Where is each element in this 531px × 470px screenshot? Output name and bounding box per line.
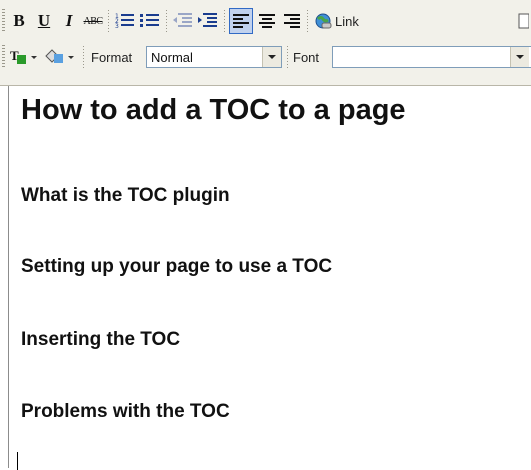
link-globe-icon	[315, 13, 332, 29]
link-label: Link	[335, 13, 359, 29]
align-right-icon	[284, 14, 300, 28]
page-title-heading[interactable]: How to add a TOC to a page	[21, 94, 406, 127]
font-dropdown-arrow[interactable]	[510, 47, 529, 67]
bold-icon: B	[13, 11, 25, 30]
format-select-value: Normal	[151, 50, 193, 65]
text-color-button[interactable]: T	[8, 44, 40, 70]
toolbar-separator	[287, 46, 288, 68]
align-right-button[interactable]	[280, 8, 304, 34]
align-left-button[interactable]	[229, 8, 253, 34]
chevron-down-icon	[268, 54, 276, 59]
outdent-button[interactable]	[171, 8, 195, 34]
format-select[interactable]: Normal	[146, 46, 282, 68]
format-dropdown-arrow[interactable]	[262, 47, 281, 67]
indent-button[interactable]	[196, 8, 220, 34]
text-caret	[17, 452, 18, 470]
unlink-button[interactable]	[517, 8, 531, 34]
section-heading[interactable]: Problems with the TOC	[21, 401, 230, 423]
numbered-list-button[interactable]: 1 2 3	[113, 8, 137, 34]
font-label: Font	[293, 50, 320, 65]
toolbar-separator	[83, 46, 84, 68]
italic-icon: I	[65, 11, 73, 30]
toolbar-row-formatting: B U I ABC 1 2 3 Link	[0, 6, 531, 36]
underline-button[interactable]: U	[32, 8, 56, 34]
toolbar-row-style: T Format Normal Font	[0, 42, 531, 72]
bullet-list-button[interactable]	[138, 8, 162, 34]
font-select[interactable]	[332, 46, 531, 68]
format-label: Format	[91, 50, 133, 65]
align-center-button[interactable]	[255, 8, 279, 34]
bold-button[interactable]: B	[7, 8, 31, 34]
paint-bucket-icon	[45, 49, 74, 63]
section-heading[interactable]: What is the TOC plugin	[21, 185, 230, 207]
editor-toolbar: B U I ABC 1 2 3 Link T Format Normal Fon…	[0, 0, 531, 86]
toolbar-separator	[307, 10, 308, 32]
toolbar-grip[interactable]	[2, 45, 5, 69]
background-color-button[interactable]	[42, 44, 78, 70]
strikethrough-icon: ABC	[83, 15, 103, 27]
editor-content-area[interactable]: How to add a TOC to a page What is the T…	[8, 86, 531, 470]
strikethrough-button[interactable]: ABC	[81, 8, 105, 34]
align-left-icon	[233, 14, 249, 28]
toolbar-separator	[224, 10, 225, 32]
outdent-icon	[173, 13, 192, 27]
text-color-icon: T	[10, 48, 37, 64]
indent-icon	[198, 13, 217, 27]
numbered-list-icon: 1 2 3	[115, 13, 134, 30]
document-icon	[518, 13, 529, 29]
bullet-list-icon	[140, 14, 159, 27]
italic-button[interactable]: I	[57, 8, 81, 34]
underline-icon: U	[37, 11, 51, 30]
section-heading[interactable]: Inserting the TOC	[21, 329, 180, 351]
chevron-down-icon	[516, 54, 524, 59]
align-center-icon	[259, 14, 275, 28]
svg-text:3: 3	[115, 23, 119, 30]
toolbar-separator	[166, 10, 167, 32]
toolbar-separator	[108, 10, 109, 32]
toolbar-grip[interactable]	[2, 9, 5, 33]
section-heading[interactable]: Setting up your page to use a TOC	[21, 256, 332, 278]
link-button[interactable]: Link	[311, 8, 365, 34]
